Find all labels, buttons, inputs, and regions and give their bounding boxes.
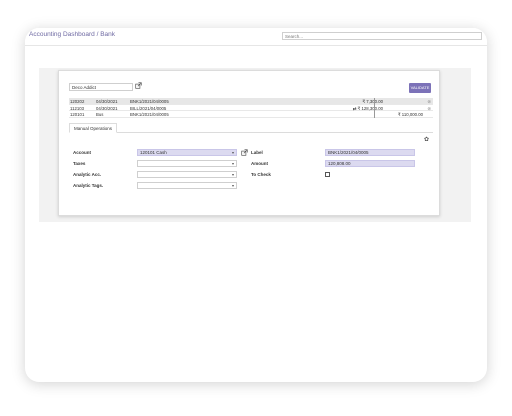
analytic-account-select[interactable]: ▾ bbox=[137, 171, 237, 178]
chevron-down-icon: ▾ bbox=[231, 183, 234, 188]
label-input[interactable]: BNK1/2021/04/0005 bbox=[325, 149, 415, 156]
breadcrumb-parent[interactable]: Accounting Dashboard bbox=[29, 31, 95, 38]
search-input[interactable]: Search... bbox=[282, 32, 482, 40]
line-balance: ₹ 110,000.00 bbox=[397, 112, 423, 117]
to-check-label: To Check bbox=[251, 172, 271, 177]
account-select[interactable]: 120101 Cash ▾ bbox=[137, 149, 237, 156]
chevron-down-icon: ▾ bbox=[231, 150, 234, 155]
account-value: 120101 Cash bbox=[140, 150, 167, 155]
tab-manual-operations[interactable]: Manual Operations bbox=[69, 123, 118, 133]
chevron-down-icon: ▾ bbox=[231, 172, 234, 177]
app-window: Accounting Dashboard / Bank Search... De… bbox=[25, 28, 487, 382]
label-label: Label bbox=[251, 150, 263, 155]
breadcrumb: Accounting Dashboard / Bank bbox=[29, 31, 115, 38]
amount-input[interactable]: 120,808.00 bbox=[325, 160, 415, 167]
table-row[interactable]: 120101 Bus BNK1/2021/04/0005 ₹ 110,000.0… bbox=[69, 111, 433, 118]
tab-bar: Manual Operations bbox=[69, 123, 433, 133]
column-divider bbox=[374, 98, 375, 118]
external-link-icon[interactable] bbox=[135, 82, 142, 89]
account-label: Account bbox=[73, 150, 91, 155]
line-account: 120101 bbox=[70, 112, 85, 117]
analytic-tags-label: Analytic Tags. bbox=[73, 183, 104, 188]
gear-icon[interactable]: ✿ bbox=[424, 136, 429, 143]
breadcrumb-current: Bank bbox=[100, 31, 116, 38]
line-account: 120202 bbox=[70, 99, 85, 104]
line-date: 04/30/2021 bbox=[96, 105, 118, 111]
amount-label: Amount bbox=[251, 161, 268, 166]
line-account: 112103 bbox=[70, 105, 85, 111]
taxes-select[interactable]: ▾ bbox=[137, 160, 237, 167]
line-ref: BNK1/2021/04/0005 bbox=[130, 99, 169, 104]
reconcile-lines: 120202 04/30/2021 BNK1/2021/04/0005 ₹ 7,… bbox=[69, 98, 433, 118]
line-date: Bus bbox=[96, 112, 104, 117]
line-ref: BILL/2021/04/0005 bbox=[130, 105, 167, 111]
external-link-icon[interactable] bbox=[241, 149, 248, 156]
taxes-label: Taxes bbox=[73, 161, 86, 166]
line-date: 04/30/2021 bbox=[96, 99, 118, 104]
analytic-tags-select[interactable]: ▾ bbox=[137, 182, 237, 189]
analytic-account-label: Analytic Acc. bbox=[73, 172, 102, 177]
reconciliation-card: Deco Addict VALIDATE 120202 04/30/2021 B… bbox=[58, 70, 440, 216]
chevron-down-icon: ▾ bbox=[231, 161, 234, 166]
to-check-checkbox[interactable] bbox=[325, 172, 330, 177]
partner-select[interactable]: Deco Addict bbox=[69, 83, 133, 91]
validate-button[interactable]: VALIDATE bbox=[409, 83, 431, 93]
line-ref: BNK1/2021/04/0005 bbox=[130, 112, 169, 117]
control-panel: Accounting Dashboard / Bank Search... bbox=[25, 28, 487, 46]
